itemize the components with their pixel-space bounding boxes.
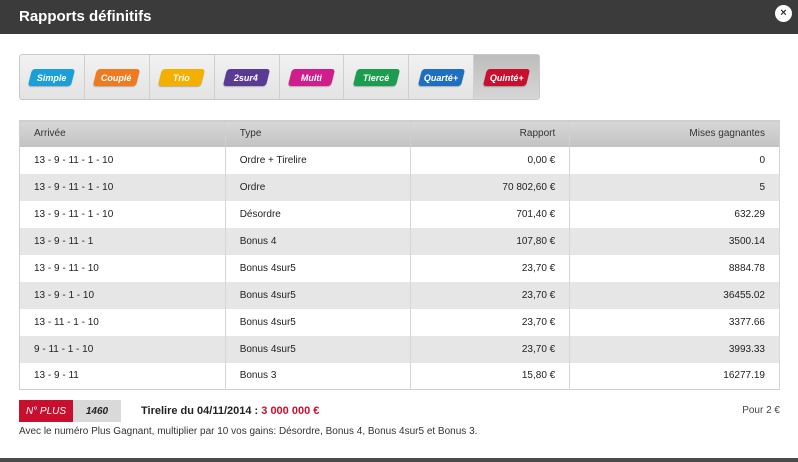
- stake-note: Pour 2 €: [742, 405, 780, 416]
- cell-mises: 3377.66: [569, 308, 780, 336]
- table-row: 9 - 11 - 1 - 10 Bonus 4sur5 23,70 €3993.33: [19, 335, 780, 363]
- tab-logo: Quarté+: [417, 68, 465, 86]
- tab-tierc[interactable]: Tiercé: [344, 55, 410, 99]
- cell-rapport: 23,70 €: [410, 254, 571, 282]
- bet-type-tabs: Simple Couplé Trio 2sur4 Multi Tiercé Quarté+ Q…: [19, 54, 540, 100]
- cell-mises: 3500.14: [569, 227, 780, 255]
- cell-mises: 8884.78: [569, 254, 780, 282]
- tab-logo: Couplé: [93, 68, 141, 86]
- table-row: 13 - 9 - 11 - 1 Bonus 4 107,80 €3500.14: [19, 227, 780, 255]
- tab-coupl[interactable]: Couplé: [85, 55, 150, 99]
- footer: N° PLUS 1460 Tirelire du 04/11/2014 : 3 …: [19, 400, 780, 444]
- tab-label: Simple: [37, 72, 67, 82]
- cell-type: Bonus 4sur5: [225, 254, 412, 282]
- cell-type: Bonus 4sur5: [225, 281, 412, 309]
- cell-mises: 5: [569, 173, 780, 201]
- cell-rapport: 23,70 €: [410, 335, 571, 363]
- tirelire-info: Tirelire du 04/11/2014 : 3 000 000 €: [141, 405, 319, 417]
- tab-label: Quinté+: [489, 72, 524, 82]
- tab-label: Couplé: [101, 72, 133, 82]
- cell-type: Bonus 4sur5: [225, 308, 412, 336]
- tab-2sur4[interactable]: 2sur4: [215, 55, 280, 99]
- cell-type: Ordre + Tirelire: [225, 146, 412, 174]
- tab-logo: Simple: [28, 68, 76, 86]
- tab-label: Multi: [300, 72, 322, 82]
- table-row: 13 - 9 - 11 - 1 - 10 Désordre 701,40 €632.…: [19, 200, 780, 228]
- column-header-arrivee: Arrivée: [19, 120, 226, 147]
- results-table: Arrivée Type Rapport Mises gagnantes 13 …: [19, 120, 780, 390]
- tab-logo: Tiercé: [352, 68, 400, 86]
- table-row: 13 - 9 - 11 - 1 - 10 Ordre 70 802,60 €5: [19, 173, 780, 201]
- cell-arrivee: 13 - 9 - 1 - 10: [19, 281, 226, 309]
- tab-trio[interactable]: Trio: [150, 55, 215, 99]
- cell-arrivee: 13 - 9 - 11 - 10: [19, 254, 226, 282]
- tab-label: 2sur4: [234, 72, 259, 82]
- column-header-mises: Mises gagnantes: [569, 120, 780, 147]
- cell-arrivee: 13 - 9 - 11 - 1 - 10: [19, 173, 226, 201]
- results-table-body: 13 - 9 - 11 - 1 - 10 Ordre + Tirelire 0,00…: [19, 146, 780, 390]
- cell-rapport: 70 802,60 €: [410, 173, 571, 201]
- cell-mises: 3993.33: [569, 335, 780, 363]
- dialog-title: Rapports définitifs: [19, 8, 152, 25]
- bonus-note: Avec le numéro Plus Gagnant, multiplier …: [19, 426, 478, 437]
- cell-arrivee: 9 - 11 - 1 - 10: [19, 335, 226, 363]
- cell-type: Bonus 4: [225, 227, 412, 255]
- cell-mises: 632.29: [569, 200, 780, 228]
- dialog-title-bar: Rapports définitifs ×: [0, 0, 798, 34]
- table-row: 13 - 9 - 1 - 10 Bonus 4sur5 23,70 €36455.0…: [19, 281, 780, 309]
- table-header-row: Arrivée Type Rapport Mises gagnantes: [19, 120, 780, 147]
- cell-mises: 36455.02: [569, 281, 780, 309]
- tab-label: Quarté+: [424, 72, 459, 82]
- column-header-rapport: Rapport: [410, 120, 571, 147]
- cell-arrivee: 13 - 9 - 11 - 1 - 10: [19, 200, 226, 228]
- cell-arrivee: 13 - 11 - 1 - 10: [19, 308, 226, 336]
- cell-rapport: 23,70 €: [410, 281, 571, 309]
- tab-label: Tiercé: [363, 72, 390, 82]
- cell-type: Ordre: [225, 173, 412, 201]
- tab-quint[interactable]: Quinté+: [474, 55, 539, 99]
- cell-rapport: 15,80 €: [410, 362, 571, 390]
- cell-arrivee: 13 - 9 - 11 - 1: [19, 227, 226, 255]
- tab-simple[interactable]: Simple: [20, 55, 85, 99]
- cell-arrivee: 13 - 9 - 11: [19, 362, 226, 390]
- table-row: 13 - 9 - 11 Bonus 3 15,80 €16277.19: [19, 362, 780, 390]
- tab-label: Trio: [173, 72, 191, 82]
- table-row: 13 - 11 - 1 - 10 Bonus 4sur5 23,70 €3377.6…: [19, 308, 780, 336]
- tab-quart[interactable]: Quarté+: [409, 55, 475, 99]
- cell-mises: 0: [569, 146, 780, 174]
- cell-rapport: 107,80 €: [410, 227, 571, 255]
- cell-type: Bonus 3: [225, 362, 412, 390]
- cell-mises: 16277.19: [569, 362, 780, 390]
- table-row: 13 - 9 - 11 - 10 Bonus 4sur5 23,70 €8884.7…: [19, 254, 780, 282]
- cell-rapport: 23,70 €: [410, 308, 571, 336]
- numero-plus-badge: N° PLUS: [19, 400, 73, 422]
- cell-arrivee: 13 - 9 - 11 - 1 - 10: [19, 146, 226, 174]
- dialog-bottom-border: [0, 458, 798, 462]
- cell-rapport: 0,00 €: [410, 146, 571, 174]
- cell-type: Bonus 4sur5: [225, 335, 412, 363]
- cell-type: Désordre: [225, 200, 412, 228]
- tab-logo: Trio: [158, 68, 206, 86]
- tab-logo: Quinté+: [482, 68, 531, 86]
- tirelire-amount: 3 000 000 €: [261, 405, 320, 417]
- tab-multi[interactable]: Multi: [280, 55, 345, 99]
- numero-plus-value: 1460: [73, 400, 121, 422]
- tirelire-label: Tirelire du 04/11/2014 :: [141, 405, 259, 417]
- tab-logo: Multi: [287, 68, 336, 86]
- cell-rapport: 701,40 €: [410, 200, 571, 228]
- table-row: 13 - 9 - 11 - 1 - 10 Ordre + Tirelire 0,00…: [19, 146, 780, 174]
- column-header-type: Type: [225, 120, 412, 147]
- close-button[interactable]: ×: [775, 5, 792, 22]
- tab-logo: 2sur4: [222, 68, 271, 86]
